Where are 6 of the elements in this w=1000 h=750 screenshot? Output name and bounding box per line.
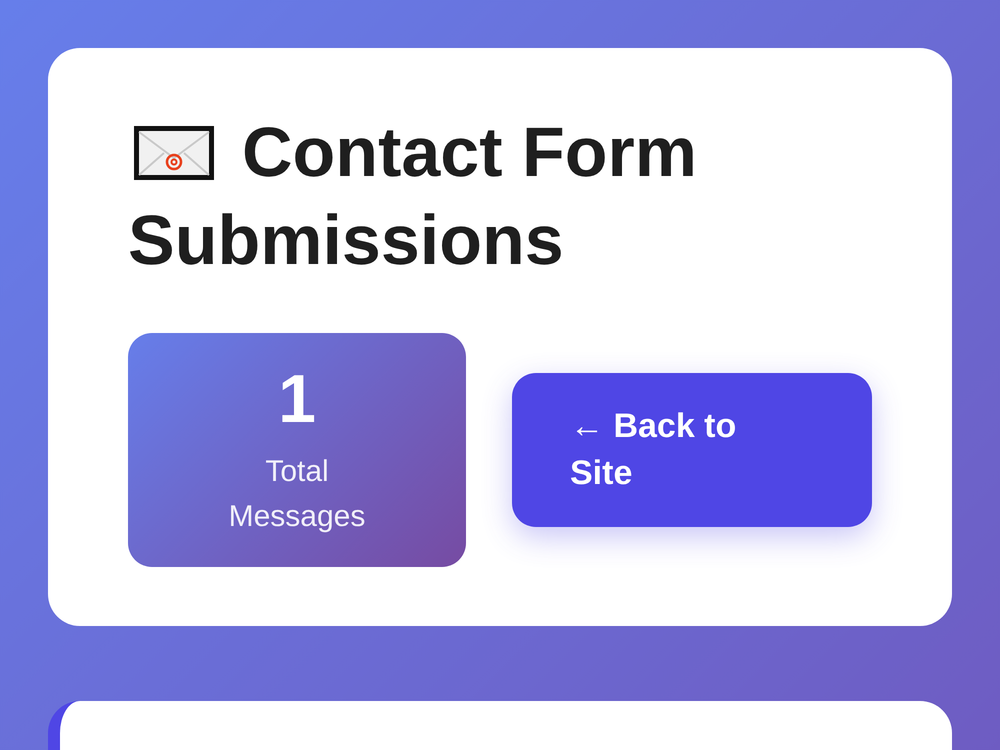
back-to-site-button[interactable]: ← Back to Site bbox=[512, 373, 872, 527]
stat-label: Total Messages bbox=[228, 454, 366, 535]
page-title: Submissions bbox=[128, 200, 564, 281]
envelope-icon bbox=[134, 126, 214, 180]
stat-value: 1 bbox=[277, 361, 317, 437]
page-title: Contact Form bbox=[242, 112, 697, 193]
